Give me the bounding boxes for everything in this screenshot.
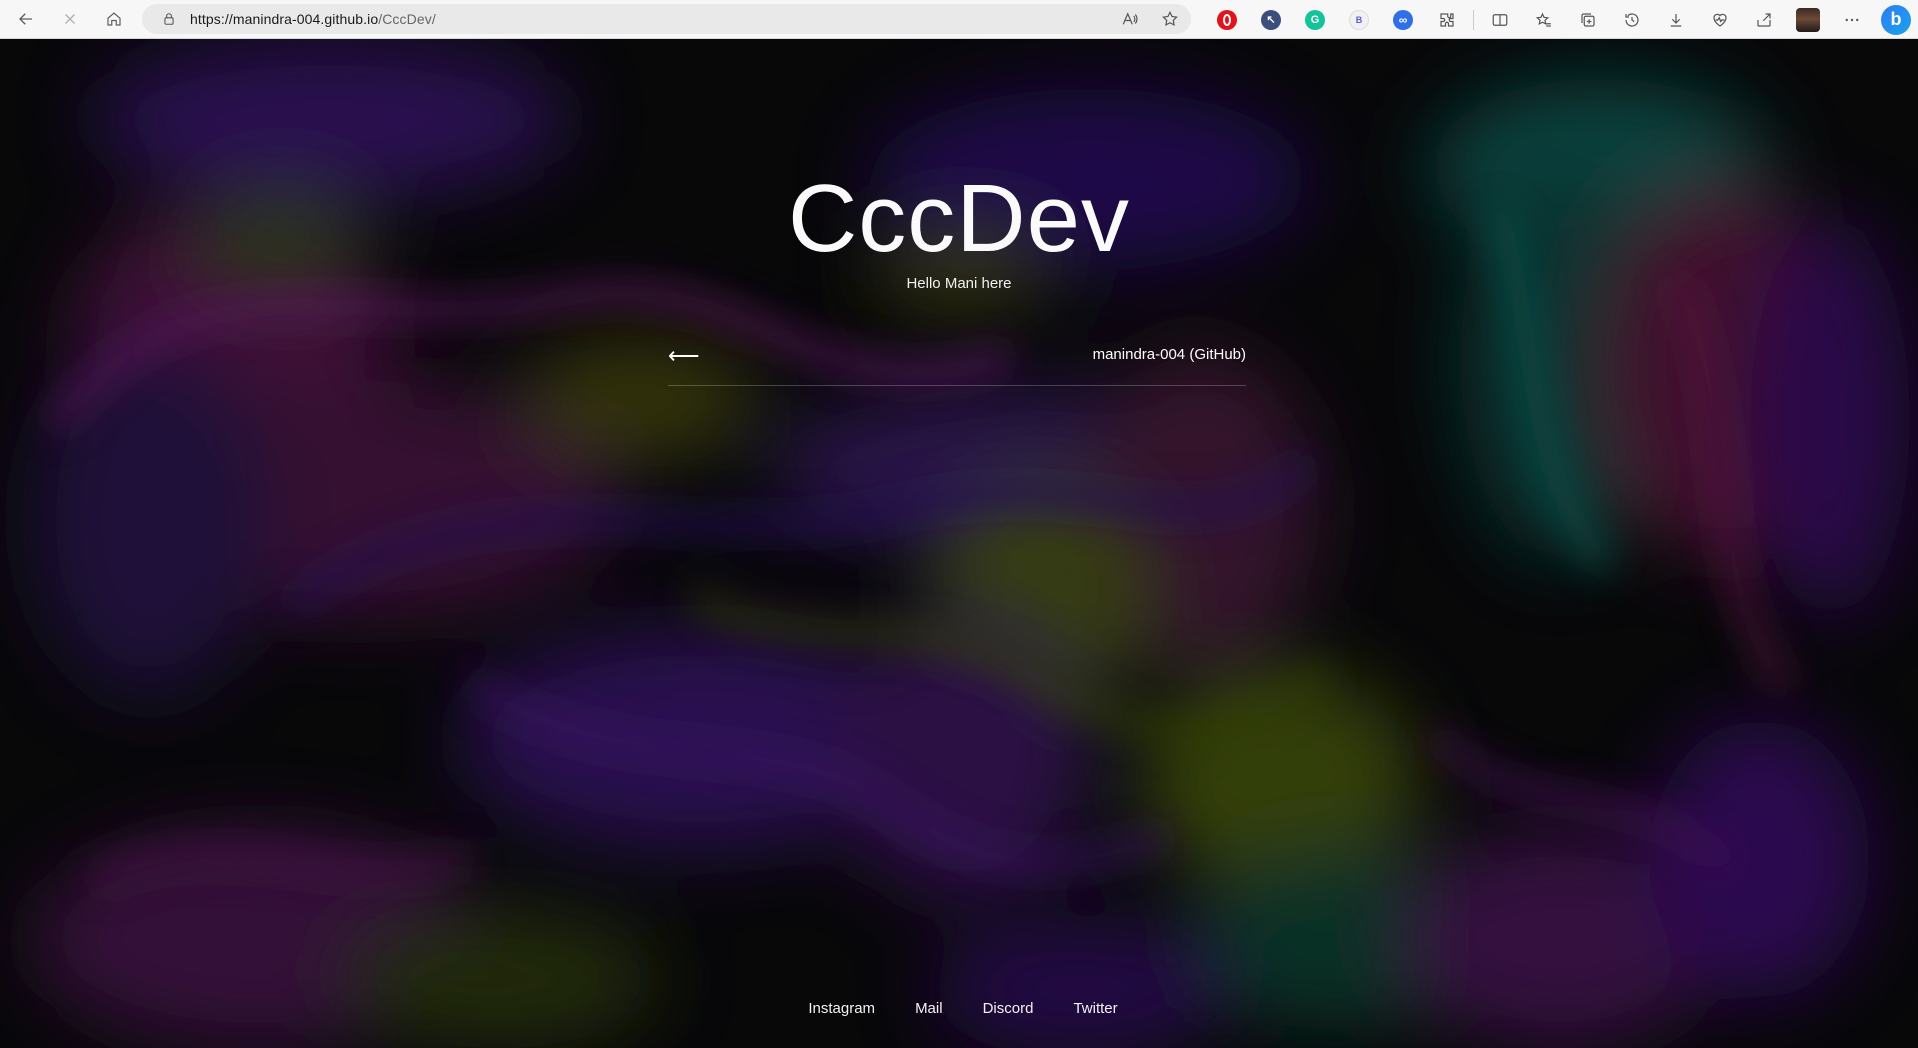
home-icon [107,12,121,26]
address-bar[interactable]: https://manindra-004.github.io/CccDev/ [142,4,1191,34]
back-arrow-link[interactable]: ⟵ [668,345,700,367]
share-icon [1757,12,1771,27]
extension-grammarly[interactable]: G [1293,0,1337,39]
extension-b[interactable]: B [1337,0,1381,39]
url-text[interactable]: https://manindra-004.github.io/CccDev/ [190,11,436,27]
address-actions [1121,4,1179,34]
collections-button[interactable] [1566,0,1610,39]
download-icon [1670,13,1682,27]
star-icon[interactable] [1161,10,1179,28]
home-button[interactable] [92,0,136,39]
bing-icon: b [1881,4,1911,35]
page-viewport: CccDev Hello Mani here ⟵ manindra-004 (G… [0,39,1918,1048]
footer-link-instagram[interactable]: Instagram [808,1000,875,1017]
footer-link-mail[interactable]: Mail [915,1000,943,1017]
profile-button[interactable] [1786,0,1830,39]
opera-icon [1217,9,1237,30]
split-screen-button[interactable] [1478,0,1522,39]
puzzle-icon [1440,12,1454,27]
browser-toolbar: https://manindra-004.github.io/CccDev/ ↖… [0,0,1918,39]
infinity-icon: ∞ [1393,9,1413,30]
stop-button[interactable] [48,0,92,39]
extensions-button[interactable] [1425,0,1469,39]
cursor-icon: ↖ [1261,9,1281,30]
history-button[interactable] [1610,0,1654,39]
grammarly-icon: G [1305,9,1325,30]
favorites-button[interactable] [1522,0,1566,39]
back-button[interactable] [4,0,48,39]
b-icon: B [1349,9,1369,30]
read-aloud-icon[interactable] [1121,10,1139,28]
page-title: CccDev [787,165,1131,272]
lock-icon[interactable] [162,12,176,26]
split-screen-icon [1492,13,1508,26]
footer-link-twitter[interactable]: Twitter [1073,1000,1117,1017]
favorites-icon [1535,12,1551,27]
history-icon [1625,12,1639,27]
back-arrow-icon [19,13,32,25]
extension-opera[interactable] [1205,0,1249,39]
collections-icon [1581,12,1595,27]
share-button[interactable] [1742,0,1786,39]
downloads-button[interactable] [1654,0,1698,39]
performance-button[interactable] [1698,0,1742,39]
github-link[interactable]: manindra-004 (GitHub) [1093,346,1246,363]
extension-infinity[interactable]: ∞ [1381,0,1425,39]
footer-link-discord[interactable]: Discord [983,1000,1034,1017]
page-subtitle: Hello Mani here [906,275,1012,292]
more-icon [1845,18,1859,21]
more-button[interactable] [1830,0,1874,39]
extension-cursor[interactable]: ↖ [1249,0,1293,39]
copilot-button[interactable]: b [1874,0,1918,39]
github-link-row: ⟵ manindra-004 (GitHub) [668,341,1246,386]
toolbar-separator [1473,9,1474,30]
stop-icon [65,14,75,24]
footer-links: Instagram Mail Discord Twitter [0,1000,1918,1017]
extensions-bar: ↖ G B ∞ b [1205,0,1918,39]
heart-pulse-icon [1713,13,1727,27]
avatar [1796,7,1820,32]
